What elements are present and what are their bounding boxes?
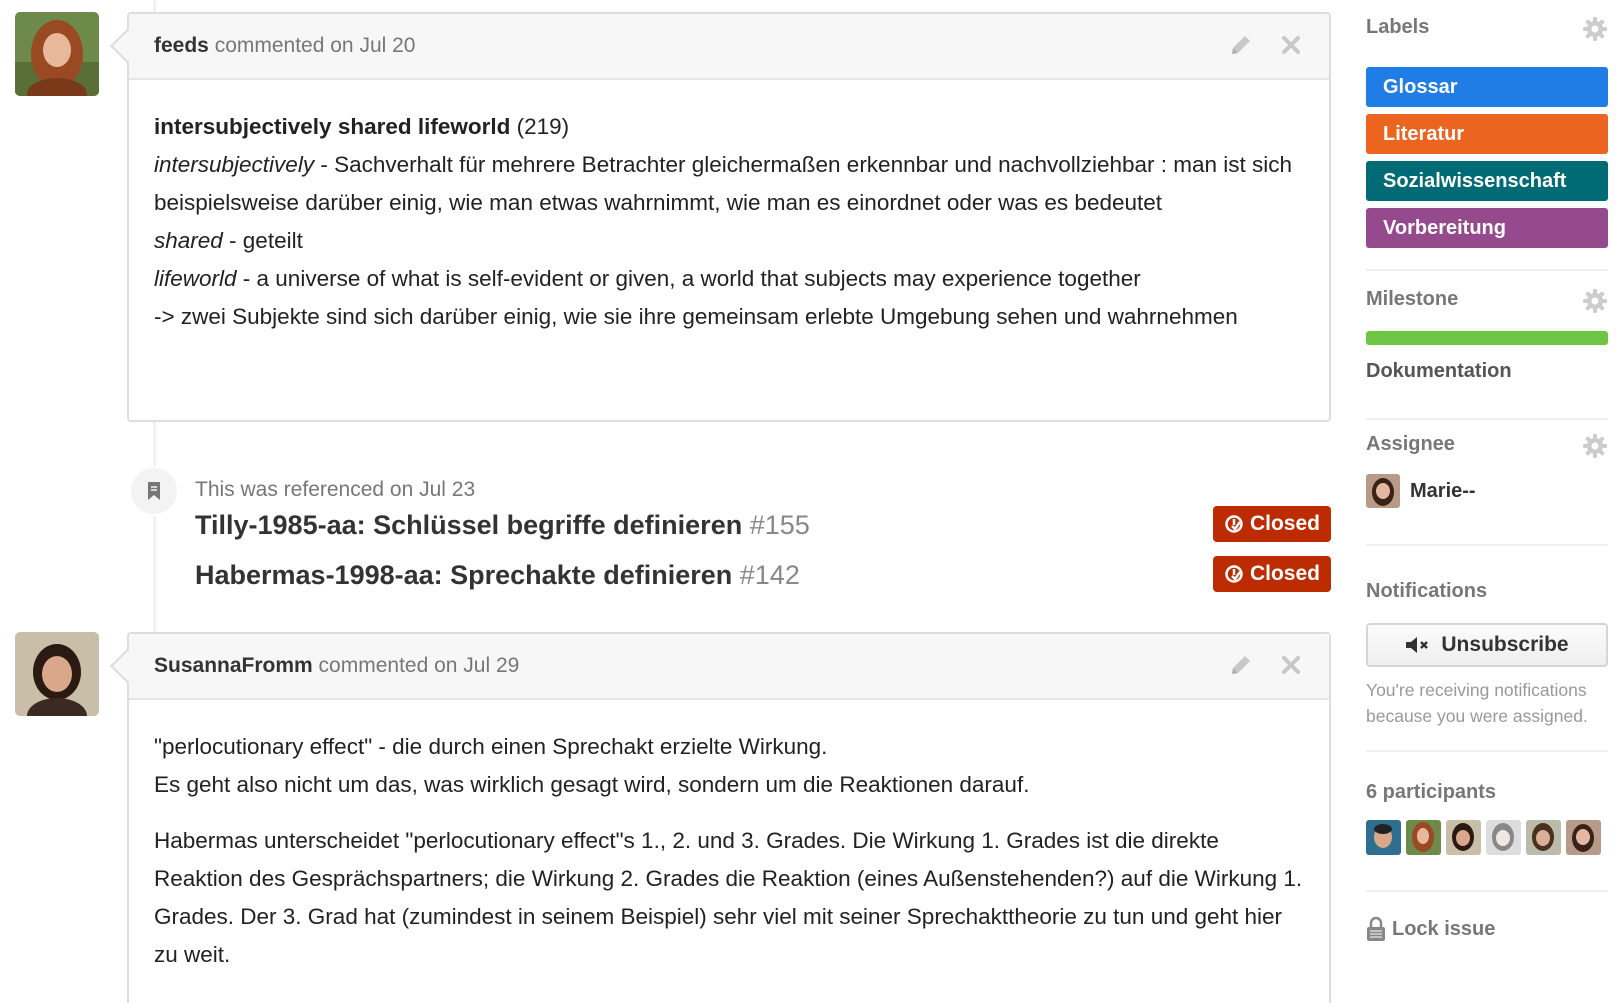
milestone-name[interactable]: Dokumentation [1366, 360, 1608, 383]
reference-item[interactable]: Tilly-1985-aa: Schlüssel begriffe defini… [195, 510, 810, 541]
avatar-feeds[interactable] [15, 12, 99, 96]
divider [1366, 544, 1608, 546]
closed-issue-icon [1225, 515, 1243, 533]
comment-header: feeds commented on Jul 20 [110, 14, 1329, 80]
glossary-term-line: intersubjectively shared lifeworld (219) [154, 108, 1304, 146]
participant-avatar[interactable] [1366, 820, 1401, 855]
milestone-section: Milestone Dokumentation [1366, 288, 1608, 383]
comment-body: "perlocutionary effect" - die durch eine… [129, 700, 1329, 994]
assignee-title: Assignee [1366, 433, 1455, 455]
closed-badge: Closed [1213, 556, 1331, 592]
labels-title: Labels [1366, 16, 1430, 38]
notification-reason: You're receiving notifications because y… [1366, 680, 1588, 726]
comment-meta[interactable]: commented on Jul 20 [215, 34, 416, 57]
avatar-susannafromm[interactable] [15, 632, 99, 716]
lock-icon [1367, 916, 1385, 941]
comment-header: SusannaFromm commented on Jul 29 [110, 634, 1329, 700]
notifications-title: Notifications [1366, 580, 1488, 602]
edit-icon[interactable] [1227, 650, 1255, 680]
participants-section: 6 participants [1366, 781, 1608, 855]
reference-item[interactable]: Habermas-1998-aa: Sprechakte definieren … [195, 560, 800, 591]
milestone-progress-bar [1366, 331, 1608, 345]
label-literatur[interactable]: Literatur [1366, 114, 1608, 154]
comment-meta[interactable]: commented on Jul 29 [319, 654, 520, 677]
comment-author[interactable]: feeds [154, 34, 209, 57]
participants-list [1366, 820, 1608, 855]
close-icon[interactable] [1277, 30, 1305, 60]
paragraph: "perlocutionary effect" - die durch eine… [154, 734, 1030, 797]
definition-line: shared - geteilt [154, 228, 303, 253]
labels-list: Glossar Literatur Sozialwissenschaft Vor… [1366, 67, 1608, 248]
comment-feeds: feeds commented on Jul 20 intersubjectiv… [110, 12, 1331, 422]
reference-number[interactable]: #142 [740, 560, 800, 590]
closed-issue-icon [1225, 565, 1243, 583]
comment-body: intersubjectively shared lifeworld (219)… [129, 80, 1329, 356]
label-glossar[interactable]: Glossar [1366, 67, 1608, 107]
definition-line: lifeworld - a universe of what is self-e… [154, 266, 1141, 291]
close-icon[interactable] [1277, 650, 1305, 680]
assignee-section: Assignee Marie-- [1366, 433, 1608, 508]
participant-avatar[interactable] [1526, 820, 1561, 855]
mute-icon [1406, 637, 1429, 653]
reference-title[interactable]: Tilly-1985-aa: Schlüssel begriffe defini… [195, 510, 742, 540]
gear-icon[interactable] [1582, 288, 1608, 319]
edit-icon[interactable] [1227, 30, 1255, 60]
participants-title: 6 participants [1366, 781, 1497, 803]
assignee-avatar[interactable] [1366, 474, 1400, 508]
divider [1366, 750, 1608, 752]
definition-line: intersubjectively - Sachverhalt für mehr… [154, 152, 1293, 215]
paragraph: Habermas unterscheidet "perlocutionary e… [154, 828, 1303, 967]
reference-event: This was referenced on Jul 23 Tilly-1985… [127, 462, 1331, 622]
closed-badge: Closed [1213, 506, 1331, 542]
unsubscribe-button[interactable]: Unsubscribe [1366, 623, 1608, 667]
participant-avatar[interactable] [1566, 820, 1601, 855]
reference-text: This was referenced on Jul 23 [195, 478, 476, 501]
divider [1366, 269, 1608, 271]
label-vorbereitung[interactable]: Vorbereitung [1366, 208, 1608, 248]
lock-section: Lock issue [1366, 916, 1608, 942]
gear-icon[interactable] [1582, 16, 1608, 47]
notifications-section: Notifications Unsubscribe You're receivi… [1366, 580, 1608, 729]
glossary-term-page: (219) [516, 114, 570, 139]
label-sozialwissenschaft[interactable]: Sozialwissenschaft [1366, 161, 1608, 201]
milestone-progress-track [1366, 331, 1608, 345]
milestone-title: Milestone [1366, 288, 1459, 310]
comment-susannafromm: SusannaFromm commented on Jul 29 "perloc… [110, 632, 1331, 1003]
participant-avatar[interactable] [1406, 820, 1441, 855]
assignee-name[interactable]: Marie-- [1410, 480, 1476, 503]
lock-issue-link[interactable]: Lock issue [1366, 916, 1608, 942]
gear-icon[interactable] [1582, 433, 1608, 464]
reference-number[interactable]: #155 [750, 510, 810, 540]
bookmark-icon [129, 466, 179, 516]
reference-title[interactable]: Habermas-1998-aa: Sprechakte definieren [195, 560, 732, 590]
labels-section: Labels Glossar Literatur Sozialwissensch… [1366, 16, 1608, 255]
participant-avatar[interactable] [1486, 820, 1521, 855]
divider [1366, 890, 1608, 892]
glossary-term: intersubjectively shared lifeworld [154, 114, 511, 139]
divider [1366, 418, 1608, 420]
conclusion-line: -> zwei Subjekte sind sich darüber einig… [154, 304, 1238, 329]
participant-avatar[interactable] [1446, 820, 1481, 855]
comment-author[interactable]: SusannaFromm [154, 654, 313, 677]
assignee-user[interactable]: Marie-- [1366, 474, 1608, 508]
